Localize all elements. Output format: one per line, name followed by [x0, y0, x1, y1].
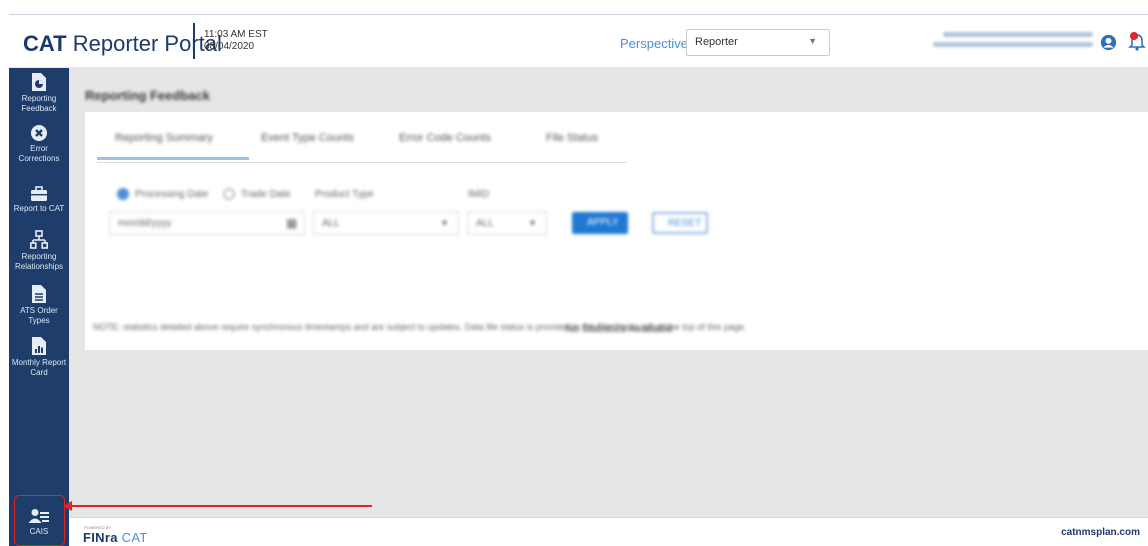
imid-label: IMID — [468, 189, 490, 200]
tab-reporting-summary[interactable]: Reporting Summary — [115, 132, 213, 144]
sidebar-label: Report to CAT — [13, 204, 65, 213]
brand-prefix: CAT — [23, 31, 67, 56]
document-icon — [32, 285, 46, 303]
perspective-select[interactable]: Reporter ▼ — [686, 29, 830, 56]
reset-button-label: RESET — [668, 218, 702, 229]
footer: POWERED BY FINra CAT catnmsplan.com — [69, 517, 1148, 546]
apply-button-label: APPLY — [587, 217, 619, 228]
sidebar-label: Relationships — [14, 262, 64, 271]
app-header: CAT Reporter Portal 11:03 AM EST 08/04/2… — [9, 14, 1148, 68]
clock: 11:03 AM EST 08/04/2020 — [204, 29, 268, 53]
product-type-label: Product Type — [315, 189, 374, 200]
annotation-arrow — [70, 505, 372, 507]
radio-processing-date[interactable] — [117, 188, 129, 200]
brand-divider — [193, 23, 195, 59]
imid-select[interactable]: ALL ▾ — [467, 211, 547, 235]
sidebar-item-reporting-feedback[interactable]: Reporting Feedback — [9, 72, 69, 114]
user-icon[interactable] — [1100, 34, 1117, 51]
statistics-note: NOTE: statistics detailed above require … — [93, 322, 747, 332]
apply-button[interactable]: APPLY — [572, 212, 628, 234]
sidebar-label: ATS Order — [20, 306, 58, 315]
sidebar-label: Types — [28, 316, 50, 325]
perspective-value: Reporter — [695, 36, 738, 48]
sidebar-item-monthly-report-card[interactable]: Monthly Report Card — [9, 336, 69, 378]
sidebar-item-reporting-relationships[interactable]: Reporting Relationships — [9, 230, 69, 272]
sidebar-item-error-corrections[interactable]: Error Corrections — [9, 124, 69, 164]
sidebar-label: Reporting — [21, 252, 57, 261]
perspective-label: Perspective — [620, 36, 688, 51]
feedback-card: Reporting Summary Event Type Counts Erro… — [85, 112, 1148, 350]
network-icon — [30, 230, 48, 249]
sidebar-label: Card — [30, 368, 48, 377]
product-type-select[interactable]: ALL ▾ — [313, 211, 459, 235]
catnmsplan-link[interactable]: catnmsplan.com — [1061, 527, 1140, 538]
brand-rest: Reporter Portal — [72, 31, 222, 56]
main-content: Reporting Feedback Reporting Summary Eve… — [69, 68, 1148, 517]
sidebar-label: Monthly Report — [11, 358, 67, 367]
page-title: Reporting Feedback — [85, 88, 210, 103]
date-input[interactable]: mm/dd/yyyy ▦ — [109, 211, 305, 235]
tab-event-type-counts[interactable]: Event Type Counts — [261, 132, 354, 144]
notification-bell-icon[interactable] — [1127, 31, 1147, 53]
sidebar-item-ats-order-types[interactable]: ATS Order Types — [9, 284, 69, 326]
active-tab-indicator — [97, 157, 249, 160]
sidebar-label: Corrections — [18, 154, 60, 163]
tab-file-status[interactable]: File Status — [546, 132, 598, 144]
sidebar-label: Reporting — [21, 94, 57, 103]
annotation-highlight-box — [14, 495, 65, 546]
radio-trade-label: Trade Date — [241, 189, 291, 200]
briefcase-icon — [31, 186, 47, 201]
sidebar-item-report-to-cat[interactable]: Report to CAT — [9, 186, 69, 214]
calendar-icon[interactable]: ▦ — [286, 216, 297, 230]
firm-name-redacted — [933, 27, 1093, 53]
finra-cat-logo[interactable]: FINra CAT — [83, 530, 148, 545]
logo-finra: FINra — [83, 530, 118, 545]
radio-trade-date[interactable] — [223, 188, 235, 200]
radio-processing-label: Processing Date — [135, 189, 209, 200]
product-type-value: ALL — [322, 218, 340, 229]
chevron-down-icon: ▾ — [442, 218, 448, 229]
imid-value: ALL — [476, 218, 494, 229]
chevron-down-icon: ▾ — [530, 218, 536, 229]
error-x-icon — [31, 125, 47, 141]
clock-date: 08/04/2020 — [204, 41, 255, 52]
annotation-arrow-head — [63, 501, 72, 511]
sidebar-label: Feedback — [21, 104, 57, 113]
sidebar: Reporting Feedback Error Corrections Rep… — [9, 68, 69, 546]
chevron-down-icon: ▼ — [808, 36, 817, 46]
date-input-value: mm/dd/yyyy — [118, 218, 172, 229]
sidebar-label: Error — [30, 144, 48, 153]
report-chart-icon — [32, 73, 46, 91]
reset-button[interactable]: RESET — [652, 212, 708, 234]
tab-divider — [97, 162, 627, 163]
clock-time: 11:03 AM EST — [204, 29, 268, 40]
bar-report-icon — [32, 337, 46, 355]
logo-cat: CAT — [121, 530, 148, 545]
tab-error-code-counts[interactable]: Error Code Counts — [399, 132, 491, 144]
